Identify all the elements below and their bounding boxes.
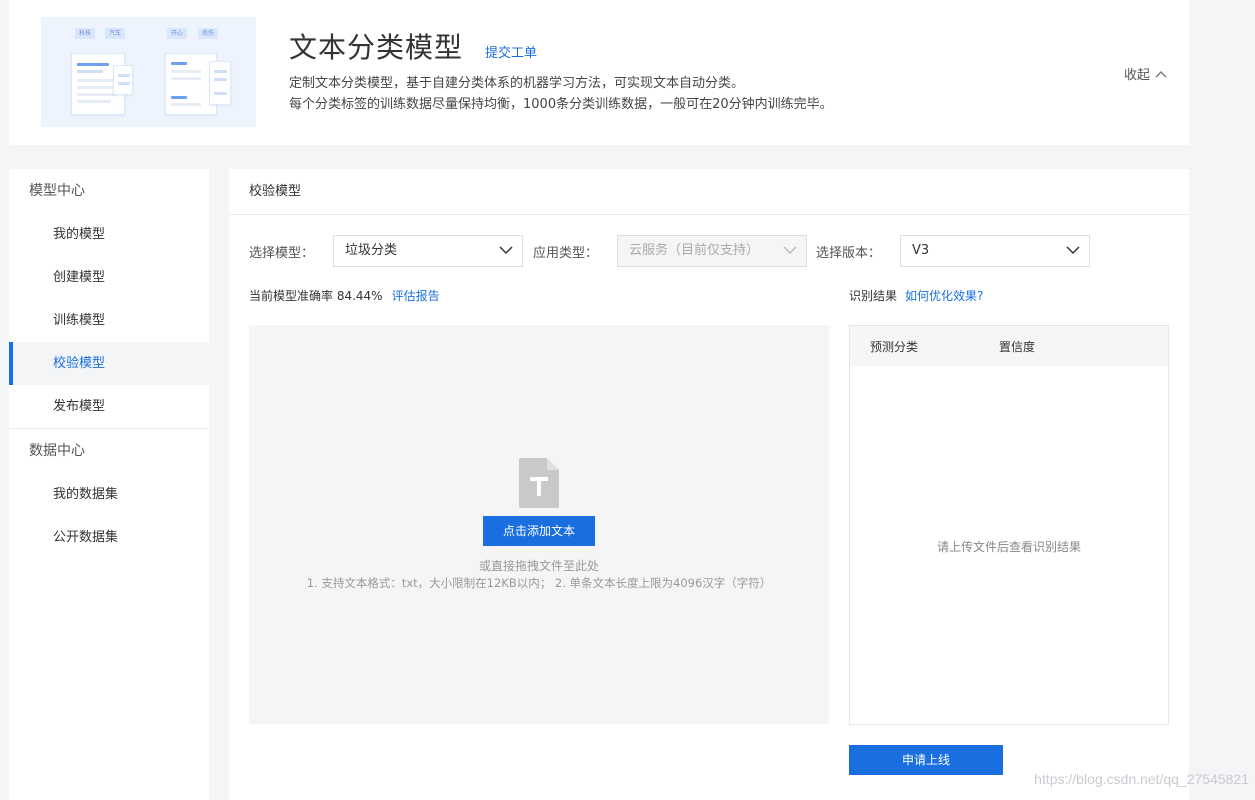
accuracy-row: 当前模型准确率 84.44% 评估报告 — [249, 287, 440, 304]
sidebar-item-validate-model[interactable]: 校验模型 — [9, 342, 209, 385]
chevron-down-icon — [783, 246, 797, 255]
sidebar-item-public-datasets[interactable]: 公开数据集 — [9, 516, 209, 559]
column-header-category: 预测分类 — [870, 339, 919, 354]
result-header-row: 识别结果 如何优化效果? — [849, 287, 983, 304]
model-select[interactable]: 垃圾分类 — [333, 235, 523, 267]
format-hint: 1. 支持文本格式：txt，大小限制在12KB以内； 2. 单条文本长度上限为4… — [306, 576, 772, 590]
illustration-document — [113, 65, 133, 95]
drag-hint: 或直接拖拽文件至此处 — [478, 559, 599, 573]
illustration-document — [209, 61, 231, 105]
watermark: https://blog.csdn.net/qq_27545821 — [1034, 771, 1249, 787]
page-title: 文本分类模型 — [289, 31, 464, 64]
chevron-up-icon — [1155, 70, 1167, 77]
main-content: 校验模型 选择模型： 垃圾分类 应用类型： 云服务（目前仅支持） 选择版本： V… — [229, 169, 1189, 800]
evaluation-report-link[interactable]: 评估报告 — [392, 287, 440, 304]
collapse-toggle[interactable]: 收起 — [1124, 64, 1167, 83]
filter-bar: 选择模型： 垃圾分类 应用类型： 云服务（目前仅支持） 选择版本： V3 — [249, 235, 1090, 267]
sidebar-item-my-models[interactable]: 我的模型 — [9, 213, 209, 256]
illustration-tag: 汽车 — [105, 28, 126, 39]
result-label: 识别结果 — [849, 289, 898, 303]
result-table-header: 预测分类 置信度 — [850, 326, 1168, 366]
model-select-value: 垃圾分类 — [345, 243, 398, 258]
illustration-tag: 悲伤 — [198, 28, 219, 39]
result-empty-state: 请上传文件后查看识别结果 — [936, 540, 1081, 554]
collapse-label: 收起 — [1123, 68, 1150, 83]
sidebar: 模型中心 我的模型 创建模型 训练模型 校验模型 发布模型 数据中心 我的数据集… — [9, 169, 209, 800]
sidebar-group-model-center: 模型中心 — [29, 183, 85, 199]
optimize-help-link[interactable]: 如何优化效果? — [905, 287, 983, 304]
add-text-button[interactable]: 点击添加文本 — [483, 516, 595, 546]
version-select-label: 选择版本： — [816, 245, 882, 261]
model-select-label: 选择模型： — [249, 245, 315, 261]
intro-banner: 科技 汽车 开心 悲伤 文本分类模型 提交工单 定制文本分类模型，基于自建分类体… — [9, 0, 1189, 145]
section-title: 校验模型 — [229, 169, 1189, 215]
text-dropzone[interactable]: 点击添加文本 或直接拖拽文件至此处 1. 支持文本格式：txt，大小限制在12K… — [249, 325, 829, 724]
app-type-select: 云服务（目前仅支持） — [617, 235, 807, 267]
text-file-icon — [519, 458, 559, 508]
sidebar-item-create-model[interactable]: 创建模型 — [9, 256, 209, 299]
column-header-confidence: 置信度 — [999, 339, 1036, 354]
accuracy-text: 当前模型准确率 84.44% — [249, 289, 383, 303]
illustration-tag: 开心 — [167, 28, 188, 39]
sidebar-group-data-center: 数据中心 — [29, 443, 85, 459]
illustration-tag: 科技 — [75, 28, 96, 39]
apply-online-button[interactable]: 申请上线 — [849, 745, 1003, 775]
description-line: 定制文本分类模型，基于自建分类体系的机器学习方法，可实现文本自动分类。 — [289, 76, 745, 91]
title-row: 文本分类模型 提交工单 — [289, 26, 537, 66]
version-select[interactable]: V3 — [900, 235, 1090, 267]
sidebar-item-publish-model[interactable]: 发布模型 — [9, 385, 209, 428]
submit-ticket-link[interactable]: 提交工单 — [485, 42, 537, 61]
version-select-value: V3 — [912, 243, 930, 258]
result-table: 预测分类 置信度 请上传文件后查看识别结果 — [849, 325, 1169, 725]
chevron-down-icon — [1066, 246, 1080, 255]
app-type-value: 云服务（目前仅支持） — [629, 243, 760, 258]
sidebar-item-my-datasets[interactable]: 我的数据集 — [9, 473, 209, 516]
description-line: 每个分类标签的训练数据尽量保持均衡，1000条分类训练数据，一般可在20分钟内训… — [289, 97, 833, 112]
banner-illustration: 科技 汽车 开心 悲伤 — [41, 17, 256, 127]
app-type-label: 应用类型： — [533, 245, 599, 261]
chevron-down-icon — [499, 246, 513, 255]
banner-description: 定制文本分类模型，基于自建分类体系的机器学习方法，可实现文本自动分类。 每个分类… — [289, 73, 833, 115]
sidebar-item-train-model[interactable]: 训练模型 — [9, 299, 209, 342]
